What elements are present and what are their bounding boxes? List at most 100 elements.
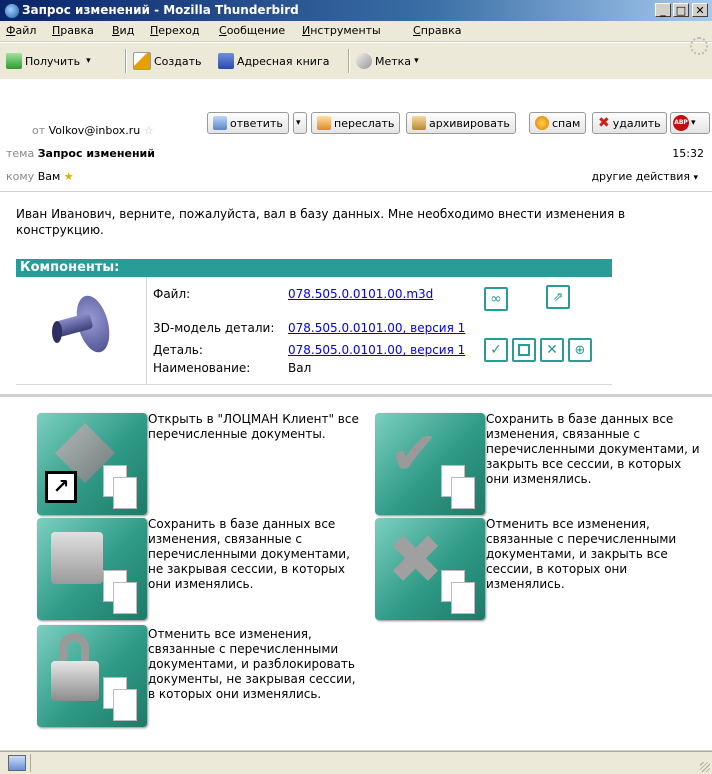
file-link[interactable]: 078.505.0.0101.00.m3d [288, 287, 433, 301]
part-link[interactable]: 078.505.0.0101.00, версия 1 [288, 343, 465, 357]
to-label: кому [6, 170, 35, 183]
cancel-unlock-text: Отменить все изменения, связанные с пере… [148, 627, 356, 701]
floppy-icon [518, 344, 530, 356]
archive-label: архивировать [429, 116, 510, 130]
save-keep-session-button[interactable] [37, 518, 147, 620]
components-table: Файл: 078.505.0.0101.00.m3d 3D-модель де… [16, 277, 612, 385]
model-link[interactable]: 078.505.0.0101.00, версия 1 [288, 321, 465, 335]
shortcut-arrow-icon: ↗ [45, 471, 77, 503]
to-row: кому Вам ★ [6, 170, 74, 183]
archive-button[interactable]: архивировать [406, 112, 516, 134]
menu-message[interactable]: Сообщение [219, 24, 285, 37]
address-book-button[interactable]: Адресная книга [218, 51, 329, 71]
view-button[interactable]: ∞ [484, 287, 508, 311]
subject-value: Запрос изменений [37, 147, 155, 160]
dropdown-arrow-icon: ▾ [693, 173, 698, 183]
part-thumbnail [52, 287, 132, 367]
dropdown-arrow-icon: ▾ [414, 56, 419, 66]
forward-button[interactable]: переслать [311, 112, 401, 134]
reply-dropdown[interactable]: ▾ [293, 112, 307, 134]
cancel-button[interactable]: ✕ [540, 338, 564, 362]
minimize-button[interactable]: _ [655, 3, 671, 17]
delete-button[interactable]: ✖ удалить [592, 112, 667, 134]
forward-icon [317, 116, 331, 130]
menu-bar: Файл Правка Вид Переход Сообщение Инстру… [0, 21, 712, 41]
message-time: 15:32 [672, 147, 704, 160]
from-label: от [32, 124, 46, 137]
title-bar: Запрос изменений - Mozilla Thunderbird _… [0, 0, 712, 21]
from-row: от Volkov@inbox.ru ☆ [32, 124, 154, 137]
tag-icon [356, 53, 372, 69]
reply-button[interactable]: ответить [207, 112, 289, 134]
padlock-icon [51, 661, 99, 701]
message-body: Иван Иванович, верните, пожалуйста, вал … [0, 192, 712, 750]
glasses-icon: ∞ [490, 291, 502, 307]
adblock-button[interactable]: ABP ▾ [670, 112, 710, 134]
window-title: Запрос изменений - Mozilla Thunderbird [22, 3, 299, 17]
maximize-button[interactable]: □ [673, 3, 689, 17]
reply-icon [213, 116, 227, 130]
menu-view[interactable]: Вид [112, 24, 134, 37]
open-in-client-text: Открыть в "ЛОЦМАН Клиент" все перечислен… [148, 412, 359, 441]
tag-button[interactable]: Метка ▾ [356, 51, 419, 71]
accept-button[interactable]: ✓ [484, 338, 508, 362]
archive-icon [412, 116, 426, 130]
spam-button[interactable]: спам [529, 112, 587, 134]
save-button[interactable] [512, 338, 536, 362]
get-mail-button[interactable]: Получить ▾ [6, 51, 91, 71]
divider [0, 394, 712, 397]
status-bar [0, 751, 712, 774]
menu-tools[interactable]: Инструменты [302, 24, 381, 37]
write-button[interactable]: Создать [133, 51, 202, 71]
cancel-unlock-button[interactable] [37, 625, 147, 727]
unlock-button[interactable]: ⊕ [568, 338, 592, 362]
floppy-icon [51, 532, 103, 584]
subject-label: тема [6, 147, 35, 160]
write-icon [133, 52, 151, 70]
delete-icon: ✖ [598, 115, 610, 131]
cross-icon: ✕ [546, 342, 558, 358]
online-status-icon[interactable] [8, 755, 26, 771]
adblock-icon: ABP [673, 115, 689, 131]
padlock-shackle-icon [59, 633, 89, 663]
to-value[interactable]: Вам [38, 170, 61, 183]
other-actions-label: другие действия [591, 170, 690, 183]
part-label: Деталь: [153, 343, 203, 357]
write-label: Создать [154, 54, 202, 68]
close-button[interactable]: ✕ [692, 3, 708, 17]
spam-icon [535, 116, 549, 130]
save-close-session-text: Сохранить в базе данных все изменения, с… [486, 412, 700, 486]
name-value: Вал [288, 361, 312, 375]
forward-label: переслать [334, 116, 395, 130]
get-mail-label: Получить [25, 54, 81, 68]
components-heading: Компоненты: [16, 259, 612, 277]
star-icon[interactable]: ☆ [144, 124, 154, 137]
menu-file[interactable]: Файл [6, 24, 36, 37]
lock-icon: ⊕ [574, 342, 586, 358]
address-book-label: Адресная книга [237, 54, 330, 68]
resize-grip[interactable] [700, 762, 710, 772]
tag-label: Метка [375, 54, 412, 68]
menu-go[interactable]: Переход [150, 24, 200, 37]
cancel-close-session-text: Отменить все изменения, связанные с пере… [486, 517, 677, 591]
cancel-close-session-button[interactable]: ✖ [375, 518, 485, 620]
star-icon[interactable]: ★ [64, 170, 74, 183]
open-file-button[interactable]: ⇗ [546, 285, 570, 309]
reply-label: ответить [230, 116, 283, 130]
dropdown-arrow-icon[interactable]: ▾ [86, 56, 91, 66]
menu-edit[interactable]: Правка [52, 24, 94, 37]
main-toolbar: Получить ▾ Создать Адресная книга Метка … [0, 37, 712, 80]
menu-help[interactable]: Справка [413, 24, 461, 37]
throbber-icon [690, 37, 708, 55]
delete-label: удалить [612, 116, 661, 130]
message-header: от Volkov@inbox.ru ☆ ответить ▾ переслат… [0, 79, 712, 192]
save-close-session-button[interactable]: ✔ [375, 413, 485, 515]
message-text: Иван Иванович, верните, пожалуйста, вал … [16, 207, 626, 237]
spam-label: спам [552, 116, 581, 130]
other-actions-button[interactable]: другие действия ▾ [591, 170, 698, 183]
subject-row: тема Запрос изменений [6, 147, 155, 160]
open-in-client-button[interactable]: ↗ [37, 413, 147, 515]
model-label: 3D-модель детали: [153, 321, 275, 335]
from-address[interactable]: Volkov@inbox.ru [49, 124, 141, 137]
thunderbird-icon [4, 3, 20, 19]
